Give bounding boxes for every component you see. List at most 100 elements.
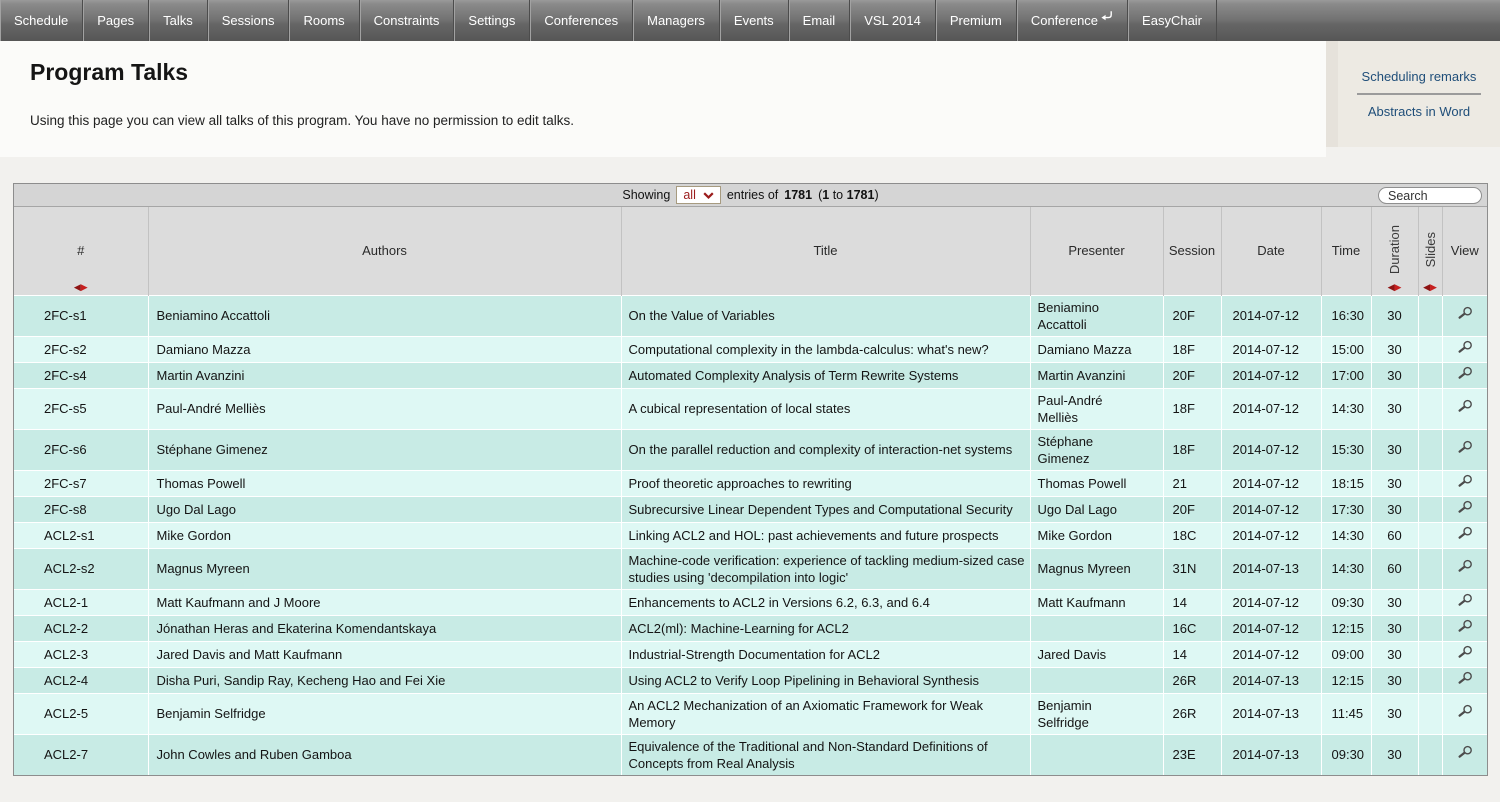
sort-arrows-icon[interactable]: ◀▶ (1388, 283, 1402, 292)
nav-tab-talks[interactable]: Talks (149, 0, 208, 41)
cell-id: ACL2-7 (14, 734, 148, 775)
top-navigation: SchedulePagesTalksSessionsRoomsConstrain… (0, 0, 1500, 41)
view-talk-button[interactable] (1442, 336, 1487, 362)
cell-authors: Magnus Myreen (148, 548, 621, 589)
view-talk-button[interactable] (1442, 615, 1487, 641)
cell-time: 17:00 (1321, 362, 1371, 388)
view-talk-button[interactable] (1442, 496, 1487, 522)
magnifier-icon[interactable] (1456, 340, 1474, 359)
cell-authors: Martin Avanzini (148, 362, 621, 388)
cell-slides (1418, 362, 1442, 388)
cell-date: 2014-07-13 (1221, 734, 1321, 775)
column-header-number: # ◀▶ (14, 207, 148, 295)
cell-duration: 30 (1371, 641, 1418, 667)
table-row: ACL2-7John Cowles and Ruben GamboaEquiva… (14, 734, 1487, 775)
cell-id: 2FC-s5 (14, 388, 148, 429)
sort-arrows-icon[interactable]: ◀▶ (74, 283, 88, 292)
view-talk-button[interactable] (1442, 295, 1487, 336)
magnifier-icon[interactable] (1456, 619, 1474, 638)
cell-slides (1418, 470, 1442, 496)
nav-tab-easychair[interactable]: EasyChair (1128, 0, 1217, 41)
cell-date: 2014-07-12 (1221, 615, 1321, 641)
column-header-date: Date (1221, 207, 1321, 295)
magnifier-icon[interactable] (1456, 704, 1474, 723)
column-header-slides: Slides ◀▶ (1418, 207, 1442, 295)
magnifier-icon[interactable] (1456, 645, 1474, 664)
magnifier-icon[interactable] (1456, 559, 1474, 578)
side-panel: Scheduling remarks Abstracts in Word (1338, 41, 1500, 147)
cell-id: 2FC-s8 (14, 496, 148, 522)
cell-slides (1418, 336, 1442, 362)
nav-tab-conference[interactable]: Conference (1017, 0, 1128, 41)
magnifier-icon[interactable] (1456, 671, 1474, 690)
cell-id: ACL2-4 (14, 667, 148, 693)
magnifier-icon[interactable] (1456, 593, 1474, 612)
cell-title: Using ACL2 to Verify Loop Pipelining in … (621, 667, 1030, 693)
view-talk-button[interactable] (1442, 641, 1487, 667)
view-talk-button[interactable] (1442, 388, 1487, 429)
cell-time: 09:30 (1321, 589, 1371, 615)
nav-tab-sessions[interactable]: Sessions (208, 0, 290, 41)
cell-authors: John Cowles and Ruben Gamboa (148, 734, 621, 775)
table-row: 2FC-s2Damiano MazzaComputational complex… (14, 336, 1487, 362)
magnifier-icon[interactable] (1456, 399, 1474, 418)
view-talk-button[interactable] (1442, 693, 1487, 734)
magnifier-icon[interactable] (1456, 500, 1474, 519)
view-talk-button[interactable] (1442, 362, 1487, 388)
magnifier-icon[interactable] (1456, 474, 1474, 493)
cell-authors: Mike Gordon (148, 522, 621, 548)
nav-tab-conferences[interactable]: Conferences (530, 0, 633, 41)
cell-duration: 60 (1371, 522, 1418, 548)
view-talk-button[interactable] (1442, 589, 1487, 615)
cell-time: 12:15 (1321, 615, 1371, 641)
nav-tab-email[interactable]: Email (789, 0, 851, 41)
magnifier-icon[interactable] (1456, 526, 1474, 545)
nav-tab-events[interactable]: Events (720, 0, 789, 41)
cell-slides (1418, 667, 1442, 693)
cell-date: 2014-07-12 (1221, 496, 1321, 522)
cell-date: 2014-07-12 (1221, 336, 1321, 362)
view-talk-button[interactable] (1442, 548, 1487, 589)
cell-date: 2014-07-12 (1221, 388, 1321, 429)
magnifier-icon[interactable] (1456, 745, 1474, 764)
abstracts-in-word-link[interactable]: Abstracts in Word (1368, 100, 1470, 123)
nav-tab-vsl-2014[interactable]: VSL 2014 (850, 0, 936, 41)
cell-time: 11:45 (1321, 693, 1371, 734)
nav-tab-settings[interactable]: Settings (454, 0, 530, 41)
nav-tab-rooms[interactable]: Rooms (289, 0, 359, 41)
scheduling-remarks-link[interactable]: Scheduling remarks (1362, 65, 1477, 88)
magnifier-icon[interactable] (1456, 440, 1474, 459)
column-header-view: View (1442, 207, 1487, 295)
cell-id: ACL2-s2 (14, 548, 148, 589)
view-talk-button[interactable] (1442, 734, 1487, 775)
entries-per-page-value: all (683, 188, 696, 202)
nav-tab-constraints[interactable]: Constraints (360, 0, 455, 41)
cell-time: 17:30 (1321, 496, 1371, 522)
cell-time: 09:30 (1321, 734, 1371, 775)
talks-table: # ◀▶ Authors Title Presenter Session Dat… (14, 207, 1487, 775)
cell-title: Subrecursive Linear Dependent Types and … (621, 496, 1030, 522)
cell-slides (1418, 641, 1442, 667)
table-row: ACL2-4Disha Puri, Sandip Ray, Kecheng Ha… (14, 667, 1487, 693)
nav-tab-managers[interactable]: Managers (633, 0, 720, 41)
cell-title: Proof theoretic approaches to rewriting (621, 470, 1030, 496)
magnifier-icon[interactable] (1456, 366, 1474, 385)
cell-duration: 30 (1371, 429, 1418, 470)
nav-tab-pages[interactable]: Pages (83, 0, 149, 41)
cell-authors: Jared Davis and Matt Kaufmann (148, 641, 621, 667)
magnifier-icon[interactable] (1456, 306, 1474, 325)
view-talk-button[interactable] (1442, 667, 1487, 693)
view-talk-button[interactable] (1442, 470, 1487, 496)
cell-title: An ACL2 Mechanization of an Axiomatic Fr… (621, 693, 1030, 734)
view-talk-button[interactable] (1442, 429, 1487, 470)
nav-tab-premium[interactable]: Premium (936, 0, 1017, 41)
cell-duration: 30 (1371, 615, 1418, 641)
cell-id: ACL2-3 (14, 641, 148, 667)
nav-tab-schedule[interactable]: Schedule (0, 0, 83, 41)
sort-arrows-icon[interactable]: ◀▶ (1423, 283, 1437, 292)
cell-session: 18C (1163, 522, 1221, 548)
view-talk-button[interactable] (1442, 522, 1487, 548)
entries-per-page-select[interactable]: all (676, 186, 721, 204)
search-input[interactable] (1378, 187, 1482, 204)
side-panel-divider (1357, 93, 1481, 95)
